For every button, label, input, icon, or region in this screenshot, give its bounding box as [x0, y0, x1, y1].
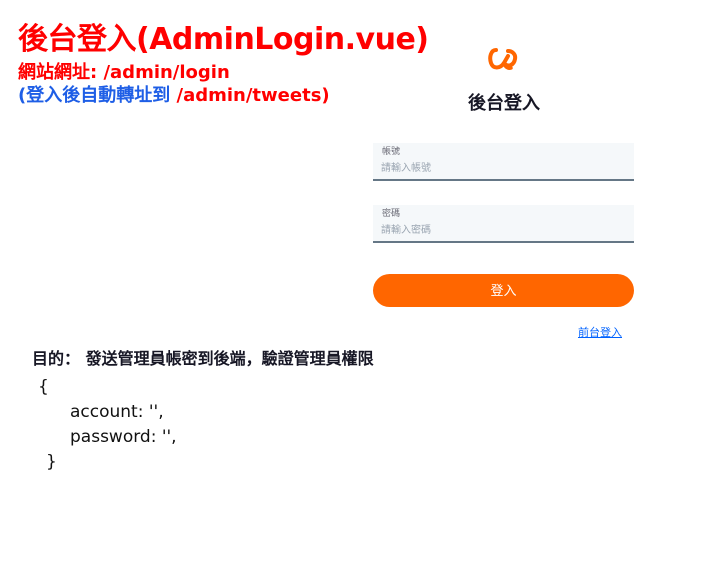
annotation-redirect: (登入後自動轉址到 /admin/tweets) [18, 85, 330, 107]
code-close-brace: } [46, 452, 57, 472]
login-title: 後台登入 [468, 93, 540, 114]
annotation-redirect-prefix: (登入後自動轉址到 [18, 85, 171, 106]
annotation-url: 網站網址: /admin/login [18, 62, 230, 83]
password-input[interactable] [381, 223, 621, 237]
brand-logo-icon [488, 44, 518, 74]
account-input[interactable] [381, 161, 621, 175]
annotation-title: 後台登入(AdminLogin.vue) [18, 22, 429, 57]
password-field[interactable]: 密碼 [373, 205, 634, 243]
annotation-redirect-path: /admin/tweets) [176, 85, 330, 106]
login-button[interactable]: 登入 [373, 274, 634, 307]
account-label: 帳號 [382, 147, 401, 157]
code-password-line: password: '', [70, 427, 177, 447]
purpose-note: 目的： 發送管理員帳密到後端，驗證管理員權限 [32, 349, 374, 368]
password-label: 密碼 [382, 209, 401, 219]
code-open-brace: { [38, 377, 49, 397]
code-account-line: account: '', [70, 402, 164, 422]
account-field[interactable]: 帳號 [373, 143, 634, 181]
front-login-link[interactable]: 前台登入 [578, 326, 622, 340]
